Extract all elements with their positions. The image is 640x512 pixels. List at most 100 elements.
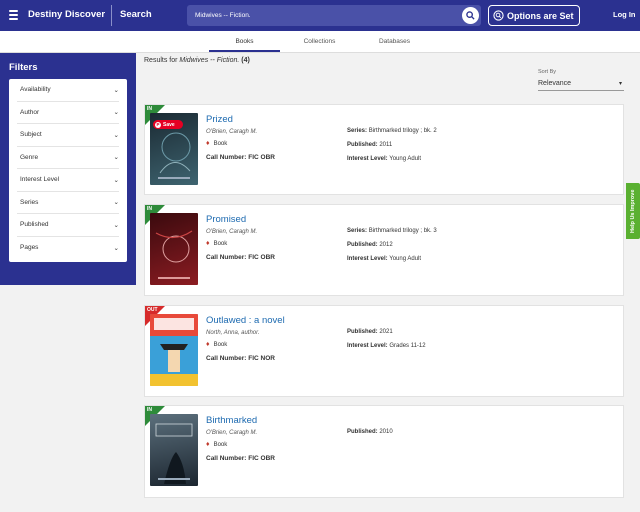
result-card: IN Promised O'Brien, Caragh M. ♦ Book Cal… <box>144 204 624 296</box>
search-icon <box>466 11 475 20</box>
results-query: Midwives -- Fiction. <box>179 57 240 64</box>
search-options-icon <box>493 10 504 21</box>
top-bar: Destiny Discover Search Options are Set … <box>0 0 640 31</box>
filter-published[interactable]: Published ⌄ <box>17 214 119 237</box>
search-box <box>187 5 481 26</box>
filter-genre[interactable]: Genre ⌄ <box>17 147 119 169</box>
filter-pages[interactable]: Pages ⌄ <box>17 237 119 260</box>
interest-level-value: Grades 11-12 <box>389 343 426 349</box>
call-number-label: Call Number: <box>206 355 247 362</box>
availability-status: IN <box>147 206 152 212</box>
book-author: North, Anna, author. <box>206 330 260 336</box>
options-button[interactable]: Options are Set <box>488 5 580 26</box>
filter-availability[interactable]: Availability ⌄ <box>17 79 119 102</box>
menu-icon[interactable] <box>9 10 18 20</box>
book-format: ♦ Book <box>206 140 227 147</box>
interest-level-label: Interest Level: <box>347 343 388 349</box>
chevron-down-icon: ⌄ <box>113 109 119 117</box>
book-title-link[interactable]: Outlawed : a novel <box>206 315 285 326</box>
result-card: IN Birthmarked O'Brien, Caragh M. ♦ Book … <box>144 405 624 498</box>
published-label: Published: <box>347 142 378 148</box>
pinterest-icon: P <box>155 121 161 128</box>
book-author: O'Brien, Caragh M. <box>206 229 258 235</box>
format-label: Book <box>213 240 228 247</box>
tab-books[interactable]: Books <box>209 38 280 45</box>
published-info: Published: 2012 <box>347 242 393 248</box>
book-title-link[interactable]: Promised <box>206 214 246 225</box>
call-number-value: FIC NOR <box>248 355 275 362</box>
cover-art <box>155 423 193 484</box>
interest-level-value: Young Adult <box>389 256 422 262</box>
filter-label: Availability <box>20 86 51 94</box>
filter-interest-level[interactable]: Interest Level ⌄ <box>17 169 119 192</box>
series-value: Birthmarked trilogy ; bk. 2 <box>368 128 437 134</box>
availability-status: IN <box>147 106 152 112</box>
interest-level-info: Interest Level: Young Adult <box>347 156 421 162</box>
call-number: Call Number: FIC NOR <box>206 355 275 362</box>
chevron-down-icon: ⌄ <box>113 221 119 229</box>
published-label: Published: <box>347 329 378 335</box>
book-icon: ♦ <box>206 240 210 247</box>
caret-down-icon: ▾ <box>618 81 622 87</box>
app-title[interactable]: Destiny Discover <box>28 9 105 20</box>
filter-author[interactable]: Author ⌄ <box>17 102 119 124</box>
call-number-label: Call Number: <box>206 254 247 261</box>
call-number: Call Number: FIC OBR <box>206 154 275 161</box>
format-label: Book <box>213 441 228 448</box>
call-number-label: Call Number: <box>206 154 247 161</box>
call-number-value: FIC OBR <box>248 254 275 261</box>
chevron-down-icon: ⌄ <box>113 154 119 162</box>
series-label: Series: <box>347 128 368 134</box>
book-title-link[interactable]: Birthmarked <box>206 415 257 426</box>
call-number-value: FIC OBR <box>248 154 275 161</box>
book-author: O'Brien, Caragh M. <box>206 430 258 436</box>
pinterest-save-button[interactable]: P Save <box>153 120 183 129</box>
filter-label: Subject <box>20 131 42 139</box>
series-label: Series: <box>347 228 368 234</box>
series-info: Series: Birthmarked trilogy ; bk. 3 <box>347 228 437 234</box>
published-info: Published: 2021 <box>347 329 393 335</box>
filter-subject[interactable]: Subject ⌄ <box>17 124 119 147</box>
tab-collections[interactable]: Collections <box>284 38 355 45</box>
sort-by-value: Relevance <box>538 80 572 87</box>
call-number: Call Number: FIC OBR <box>206 455 275 462</box>
active-tab-indicator <box>209 50 280 52</box>
results-summary: Results for Midwives -- Fiction. (4) <box>144 57 250 64</box>
chevron-down-icon: ⌄ <box>113 131 119 139</box>
help-us-improve-tab[interactable]: Help Us Improve <box>626 183 640 239</box>
published-label: Published: <box>347 429 378 435</box>
search-input[interactable] <box>195 8 455 23</box>
search-button[interactable] <box>462 7 479 24</box>
interest-level-label: Interest Level: <box>347 256 388 262</box>
book-cover[interactable] <box>150 213 198 285</box>
filter-label: Series <box>20 198 39 206</box>
series-info: Series: Birthmarked trilogy ; bk. 2 <box>347 128 437 134</box>
published-info: Published: 2011 <box>347 142 392 148</box>
header-divider <box>111 5 112 26</box>
results-tabs: Books Collections Databases <box>0 31 640 53</box>
filter-panel: Availability ⌄ Author ⌄ Subject ⌄ Genre ⌄ In… <box>9 79 127 262</box>
sort-by-select[interactable]: Relevance ▾ <box>538 77 624 91</box>
interest-level-info: Interest Level: Grades 11-12 <box>347 343 426 349</box>
filter-series[interactable]: Series ⌄ <box>17 192 119 214</box>
published-value: 2011 <box>379 142 393 148</box>
interest-level-value: Young Adult <box>389 156 422 162</box>
chevron-down-icon: ⌄ <box>113 244 119 252</box>
filter-label: Pages <box>20 244 39 252</box>
search-nav-link[interactable]: Search <box>120 9 152 20</box>
chevron-down-icon: ⌄ <box>113 199 119 207</box>
published-label: Published: <box>347 242 378 248</box>
result-card: IN P Save Prized O'Brien, Caragh M. ♦ Book… <box>144 104 624 195</box>
filter-label: Published <box>20 221 49 229</box>
login-link[interactable]: Log In <box>613 10 636 19</box>
tab-databases[interactable]: Databases <box>359 38 430 45</box>
availability-status: IN <box>147 407 152 413</box>
cover-art <box>150 314 198 386</box>
interest-level-label: Interest Level: <box>347 156 388 162</box>
chevron-down-icon: ⌄ <box>113 176 119 184</box>
book-title-link[interactable]: Prized <box>206 114 233 125</box>
cover-art <box>155 230 193 279</box>
book-cover[interactable] <box>150 314 198 386</box>
book-cover[interactable] <box>150 414 198 486</box>
filters-sidebar: Filters Availability ⌄ Author ⌄ Subject ⌄ G… <box>0 53 136 285</box>
